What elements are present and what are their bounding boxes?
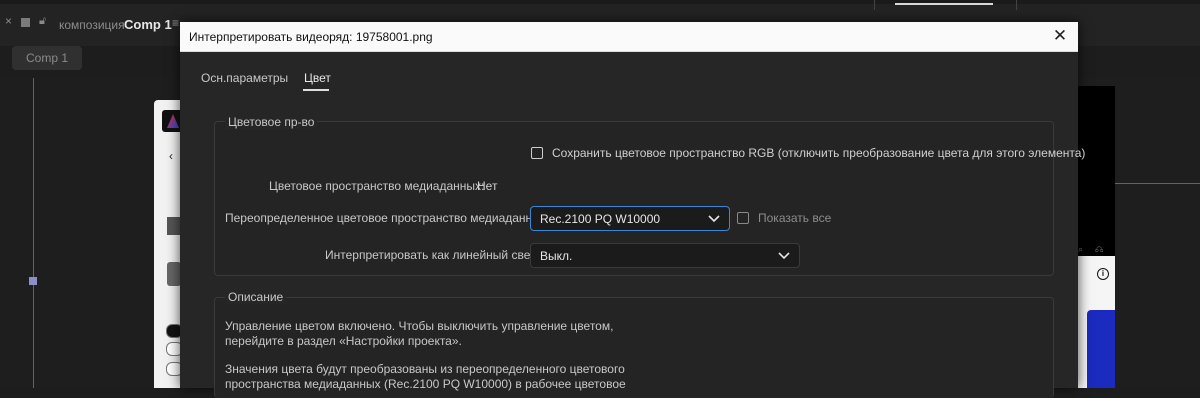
guide-line: [33, 78, 34, 388]
interpret-footage-dialog: Интерпретировать видеоряд: 19758001.png …: [180, 22, 1085, 398]
menu-icon[interactable]: ≡: [172, 16, 179, 30]
comp-breadcrumb[interactable]: Comp 1: [12, 46, 82, 70]
preserve-rgb-option[interactable]: Сохранить цветовое пространство RGB (отк…: [531, 146, 1085, 160]
media-color-space-value: Нет: [477, 179, 498, 193]
description-text: Значения цвета будут преобразованы из пе…: [225, 362, 625, 376]
guide-line: [1115, 183, 1200, 184]
description-text: перейдите в раздел «Настройки проекта».: [225, 334, 462, 348]
description-text: Управление цветом включено. Чтобы выключ…: [225, 319, 614, 333]
override-color-space-label: Переопределенное цветовое пространство м…: [225, 211, 551, 225]
composition-icon: [21, 18, 30, 27]
tab-comp[interactable]: Comp 1: [124, 17, 172, 32]
info-icon: i: [1097, 268, 1109, 280]
active-tab-indicator: [895, 3, 993, 5]
preserve-rgb-checkbox[interactable]: [531, 147, 543, 159]
description-text: пространства медиаданных (Rec.2100 PQ W1…: [225, 377, 626, 391]
top-strip: [0, 0, 1200, 4]
override-color-space-select[interactable]: Rec.2100 PQ W10000: [530, 206, 730, 231]
group-title: Описание: [225, 290, 287, 304]
dialog-title: Интерпретировать видеоряд: 19758001.png: [189, 30, 433, 44]
tab-prefix: композиция: [59, 18, 125, 32]
layer-preview: ‹: [154, 100, 183, 388]
tab-main-options[interactable]: Осн.параметры: [201, 71, 288, 85]
description-group: Описание Управление цветом включено. Что…: [214, 290, 1054, 398]
linear-light-select[interactable]: Выкл.: [530, 243, 800, 268]
close-icon[interactable]: ×: [5, 14, 12, 28]
linear-light-value: Выкл.: [540, 249, 573, 263]
lock-icon[interactable]: 🔓︎: [39, 15, 46, 28]
group-title: Цветовое пр-во: [225, 115, 318, 129]
tab-color[interactable]: Цвет: [304, 71, 331, 85]
close-icon[interactable]: ✕: [1050, 26, 1070, 46]
active-tab-indicator: [303, 89, 329, 91]
media-color-space-label: Цветовое пространство медиаданных:: [269, 179, 485, 193]
show-all-option[interactable]: Показать все: [737, 211, 831, 225]
linear-light-label: Интерпретировать как линейный свет:: [325, 248, 539, 262]
chevron-down-icon: [708, 215, 720, 223]
blue-panel: [1087, 310, 1115, 388]
show-all-checkbox[interactable]: [737, 212, 749, 224]
divider: [1016, 0, 1017, 10]
thumbnail: [167, 217, 181, 235]
guide-handle[interactable]: [29, 277, 37, 285]
chevron-left-icon: ‹: [169, 149, 173, 163]
viewer-black-area: [1078, 86, 1115, 256]
chevron-down-icon: [778, 252, 790, 260]
color-space-group: Цветовое пр-во Сохранить цветовое простр…: [214, 115, 1085, 276]
divider: [874, 0, 875, 10]
layer-preview: i: [1078, 256, 1115, 388]
preserve-rgb-label: Сохранить цветовое пространство RGB (отк…: [552, 146, 1086, 160]
thumbnail: [167, 262, 181, 286]
toolbar-icons: ⌕☊: [1078, 244, 1116, 254]
show-all-label: Показать все: [758, 211, 832, 225]
override-color-space-value: Rec.2100 PQ W10000: [540, 212, 661, 226]
dialog-titlebar: Интерпретировать видеоряд: 19758001.png …: [180, 22, 1078, 52]
